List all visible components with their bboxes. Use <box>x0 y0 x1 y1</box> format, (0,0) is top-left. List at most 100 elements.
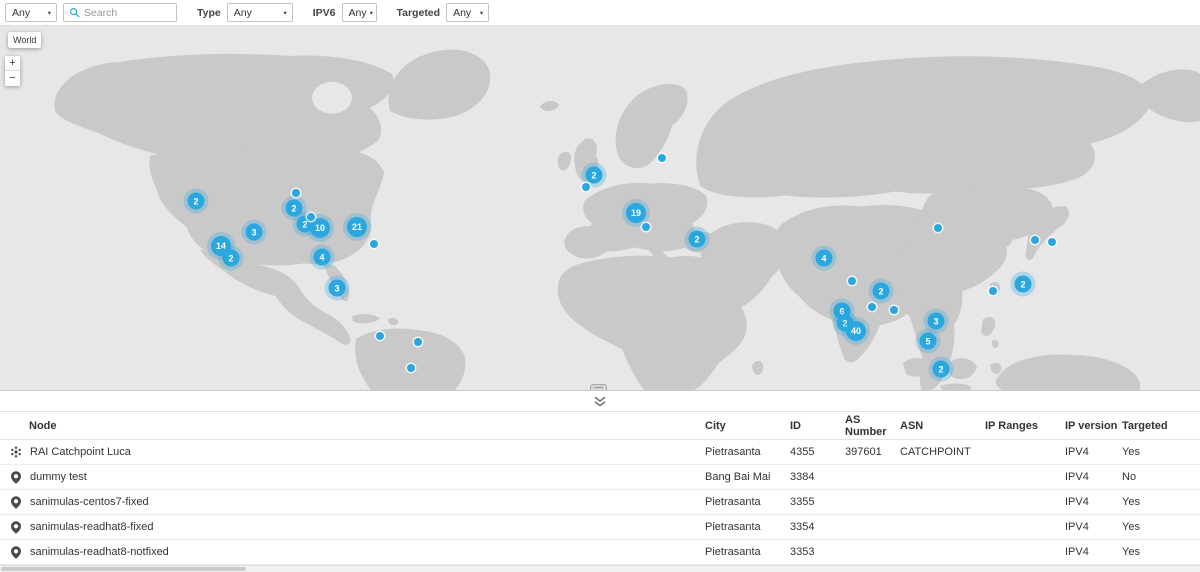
filter-toolbar: Any ▾ Type Any ▾ IPV6 Any ▾ Targeted Any… <box>0 0 1200 26</box>
map-node-dot[interactable] <box>934 224 942 232</box>
table-row[interactable]: sanimulas-readhat8-notfixed Pietrasanta 33… <box>0 540 1200 565</box>
zoom-out-button[interactable]: − <box>5 71 20 86</box>
map-cluster-marker[interactable]: 40 <box>846 321 866 341</box>
cell-asn: CATCHPOINT <box>900 446 971 458</box>
scrollbar-thumb[interactable] <box>1 567 246 571</box>
map-cluster-marker[interactable]: 5 <box>919 332 937 350</box>
map-cluster-marker[interactable]: 3 <box>245 223 263 241</box>
cell-city: Pietrasanta <box>705 446 761 458</box>
column-header-ip-ranges[interactable]: IP Ranges <box>985 420 1065 432</box>
map-cluster-marker[interactable]: 2 <box>285 199 303 217</box>
cell-city: Pietrasanta <box>705 521 761 533</box>
node-name: sanimulas-centos7-fixed <box>30 496 149 508</box>
zoom-controls: + − <box>5 56 20 86</box>
map-node-dot[interactable] <box>307 213 315 221</box>
cell-id: 3354 <box>790 521 815 533</box>
node-name: sanimulas-readhat8-notfixed <box>30 546 169 558</box>
cell-ip-version: IPV4 <box>1065 496 1089 508</box>
cell-as-number: 397601 <box>845 446 882 458</box>
targeted-label: Targeted <box>396 6 441 19</box>
cell-ip-version: IPV4 <box>1065 546 1089 558</box>
chevron-down-icon: ▾ <box>47 9 51 17</box>
map-cluster-marker[interactable]: 19 <box>626 203 646 223</box>
ipv6-select[interactable]: Any ▾ <box>341 3 377 22</box>
map-cluster-marker[interactable]: 4 <box>815 249 833 267</box>
map-node-dot[interactable] <box>370 240 378 248</box>
cell-ip-version: IPV4 <box>1065 446 1089 458</box>
node-filter-value: Any <box>12 6 31 19</box>
map-node-dot[interactable] <box>890 306 898 314</box>
cell-ip-version: IPV4 <box>1065 471 1089 483</box>
map-node-dot[interactable] <box>848 277 856 285</box>
cell-city: Pietrasanta <box>705 496 761 508</box>
map-cluster-marker[interactable]: 2 <box>688 230 706 248</box>
type-value: Any <box>233 6 252 19</box>
map-node-dot[interactable] <box>1031 236 1039 244</box>
cell-id: 3384 <box>790 471 815 483</box>
cell-city: Bang Bai Mai <box>705 471 771 483</box>
node-name: dummy test <box>30 471 87 483</box>
column-header-city[interactable]: City <box>705 420 790 432</box>
location-pin-icon <box>10 520 22 534</box>
node-cluster-icon <box>10 446 22 458</box>
map-cluster-marker[interactable]: 2 <box>222 249 240 267</box>
type-select[interactable]: Any ▾ <box>226 3 293 22</box>
column-header-asn[interactable]: ASN <box>900 420 985 432</box>
column-header-targeted[interactable]: Targeted <box>1122 420 1200 432</box>
type-label: Type <box>197 6 221 19</box>
map-cluster-marker[interactable]: 10 <box>310 218 330 238</box>
table-row[interactable]: sanimulas-centos7-fixed Pietrasanta 3355 IP… <box>0 490 1200 515</box>
search-input[interactable] <box>84 6 171 19</box>
map-cluster-marker[interactable]: 3 <box>927 312 945 330</box>
map-cluster-marker[interactable]: 2 <box>932 360 950 378</box>
map-node-dot[interactable] <box>414 338 422 346</box>
map-cluster-marker[interactable]: 2 <box>585 166 603 184</box>
column-header-as-number[interactable]: AS Number <box>845 414 900 438</box>
map-cluster-marker[interactable]: 3 <box>328 279 346 297</box>
ipv6-label: IPV6 <box>312 6 336 19</box>
node-name: sanimulas-readhat8-fixed <box>30 521 154 533</box>
column-header-id[interactable]: ID <box>790 420 845 432</box>
map-cluster-marker[interactable]: 2 <box>1014 275 1032 293</box>
node-name: RAI Catchpoint Luca <box>30 446 131 458</box>
cell-id: 3353 <box>790 546 815 558</box>
node-filter-select[interactable]: Any ▾ <box>5 3 57 22</box>
splitter-drag-handle[interactable] <box>590 384 607 390</box>
column-header-node[interactable]: Node <box>0 420 705 432</box>
table-row[interactable]: dummy test Bang Bai Mai 3384 IPV4 No <box>0 465 1200 490</box>
column-header-ip-version[interactable]: IP version <box>1065 420 1122 432</box>
cell-targeted: Yes <box>1122 546 1140 558</box>
zoom-in-button[interactable]: + <box>5 56 20 71</box>
map-cluster-marker[interactable]: 4 <box>313 248 331 266</box>
map-node-dot[interactable] <box>642 223 650 231</box>
map-cluster-marker[interactable]: 21 <box>347 217 367 237</box>
horizontal-scrollbar[interactable] <box>0 565 1200 572</box>
map-cluster-marker[interactable]: 2 <box>187 192 205 210</box>
map-node-dot[interactable] <box>1048 238 1056 246</box>
cell-targeted: No <box>1122 471 1137 483</box>
map-node-dot[interactable] <box>582 183 590 191</box>
cell-id: 3355 <box>790 496 815 508</box>
map-node-dot[interactable] <box>658 154 666 162</box>
cell-targeted: Yes <box>1122 496 1140 508</box>
cell-ip-version: IPV4 <box>1065 521 1089 533</box>
panel-splitter[interactable] <box>0 390 1200 412</box>
map-node-dot[interactable] <box>292 189 300 197</box>
cell-targeted: Yes <box>1122 446 1140 458</box>
cell-id: 4355 <box>790 446 815 458</box>
world-zoom-button[interactable]: World <box>8 32 42 48</box>
targeted-select[interactable]: Any ▾ <box>446 3 490 22</box>
map-node-dot[interactable] <box>407 364 415 372</box>
map-node-dot[interactable] <box>868 303 876 311</box>
map-node-dot[interactable] <box>376 332 384 340</box>
chevron-down-icon: ▾ <box>479 9 484 17</box>
search-box[interactable] <box>63 3 177 22</box>
world-map-panel[interactable]: 2 3 14 2 2 2 10 21 4 3 2 19 2 4 2 6 2 40 3 5 2 2 World + − <box>0 26 1200 390</box>
table-row[interactable]: RAI Catchpoint Luca Pietrasanta 4355 397601… <box>0 440 1200 465</box>
map-node-dot[interactable] <box>989 287 997 295</box>
table-row[interactable]: sanimulas-readhat8-fixed Pietrasanta 3354 I… <box>0 515 1200 540</box>
map-cluster-marker[interactable]: 2 <box>872 282 890 300</box>
cell-city: Pietrasanta <box>705 546 761 558</box>
targeted-value: Any <box>453 6 472 19</box>
collapse-double-chevron-down-icon[interactable] <box>593 396 607 407</box>
